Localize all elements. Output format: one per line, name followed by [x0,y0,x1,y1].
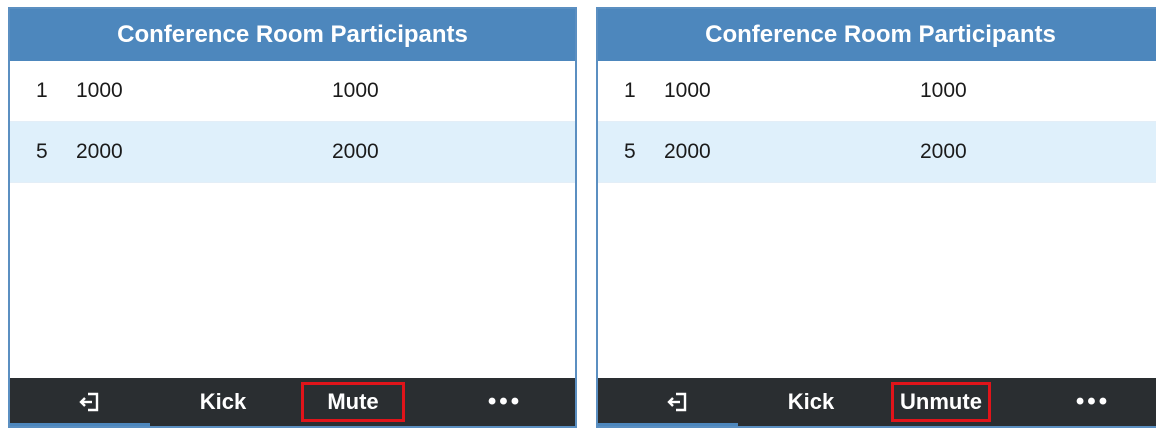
kick-button[interactable]: Kick [178,378,268,426]
participant-name: 2000 [920,140,967,163]
more-button[interactable]: ••• [1048,378,1138,426]
participant-row[interactable]: 1 1000 1000 [10,61,575,122]
participant-name: 1000 [332,79,379,102]
mute-highlight: Mute [301,382,405,422]
page-title: Conference Room Participants [598,9,1156,61]
kick-button[interactable]: Kick [766,378,856,426]
unmute-highlight: Unmute [891,382,991,422]
participant-index: 5 [36,140,48,163]
exit-icon [667,390,689,414]
exit-icon [79,390,101,414]
participant-number: 2000 [664,140,711,163]
mute-button[interactable]: Mute [293,378,413,426]
participant-row-selected[interactable]: 5 2000 2000 [598,122,1156,183]
participant-number: 1000 [664,79,711,102]
participant-index: 1 [624,79,636,102]
participant-row-selected[interactable]: 5 2000 2000 [10,122,575,183]
participant-name: 1000 [920,79,967,102]
participant-row[interactable]: 1 1000 1000 [598,61,1156,122]
participant-index: 5 [624,140,636,163]
participant-number: 1000 [76,79,123,102]
softkey-bar: Kick Unmute ••• [598,378,1156,426]
unmute-button[interactable]: Unmute [881,378,1001,426]
conference-panel-right: Conference Room Participants 1 1000 1000… [596,7,1156,428]
exit-button[interactable] [638,378,718,426]
participant-index: 1 [36,79,48,102]
page-title: Conference Room Participants [10,9,575,61]
softkey-bar: Kick Mute ••• [10,378,575,426]
exit-button[interactable] [50,378,130,426]
conference-panel-left: Conference Room Participants 1 1000 1000… [8,7,577,428]
more-button[interactable]: ••• [460,378,550,426]
participant-name: 2000 [332,140,379,163]
participant-number: 2000 [76,140,123,163]
